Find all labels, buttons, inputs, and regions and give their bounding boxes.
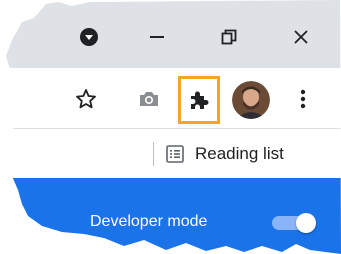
bookmarks-bar: Reading list xyxy=(4,128,341,179)
restore-icon xyxy=(221,29,237,45)
reading-list-button[interactable]: Reading list xyxy=(165,139,284,169)
extensions-header: Developer mode xyxy=(4,178,341,254)
dropdown-circle-icon xyxy=(80,28,98,46)
close-button[interactable] xyxy=(284,22,318,52)
list-icon xyxy=(166,145,184,163)
puzzle-piece-icon xyxy=(191,91,209,109)
avatar-icon xyxy=(232,81,270,119)
screenshot-button[interactable] xyxy=(135,86,163,112)
vertical-dots-icon xyxy=(300,89,306,109)
profile-menu-button[interactable] xyxy=(72,22,106,52)
title-bar xyxy=(4,0,341,68)
screenshot-region: Reading list Developer mode xyxy=(4,0,341,254)
restore-button[interactable] xyxy=(212,22,246,52)
camera-icon xyxy=(140,92,158,106)
profile-avatar[interactable] xyxy=(232,81,270,119)
star-icon xyxy=(76,89,96,109)
close-icon xyxy=(294,30,308,44)
toggle-knob xyxy=(296,213,316,233)
developer-mode-label: Developer mode xyxy=(90,213,208,230)
extensions-button[interactable] xyxy=(178,76,220,124)
minimize-button[interactable] xyxy=(140,22,174,52)
bookmarks-divider xyxy=(153,142,154,166)
chrome-menu-button[interactable] xyxy=(290,86,316,112)
minimize-icon xyxy=(150,36,164,38)
browser-toolbar xyxy=(4,68,341,128)
developer-mode-toggle[interactable] xyxy=(270,213,316,233)
bookmark-star-button[interactable] xyxy=(71,86,101,112)
reading-list-label: Reading list xyxy=(195,144,284,163)
